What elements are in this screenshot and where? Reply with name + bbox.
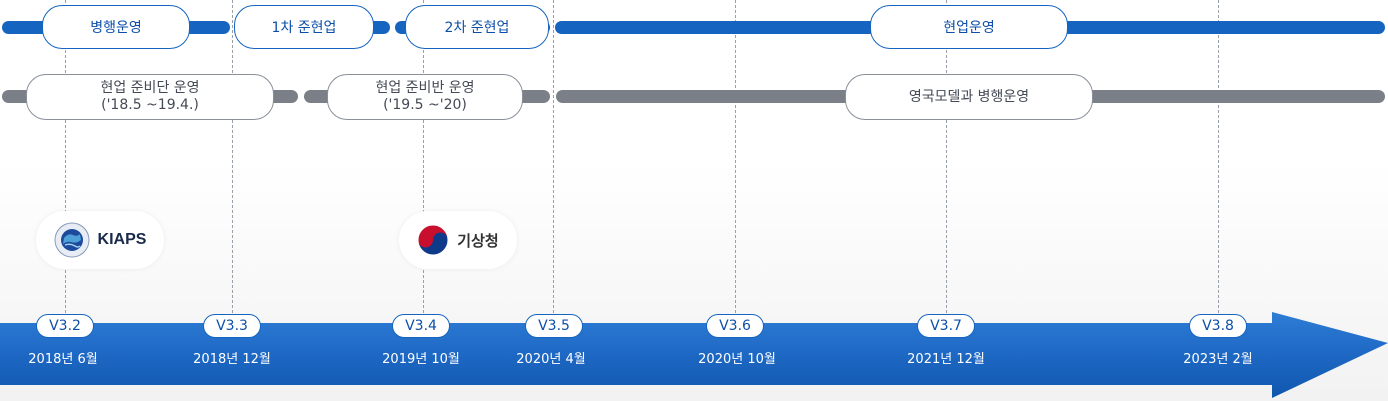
guide-line	[553, 0, 554, 318]
phase-uk-model-label: 영국모델과 병행운영	[908, 88, 1030, 105]
milestone-date: 2021년 12월	[907, 352, 985, 367]
version-badge: V3.3	[203, 314, 261, 338]
kiaps-logo: KIAPS	[36, 211, 164, 269]
phase-prep-team: 현업 준비단 운영 ('18.5 ~19.4.)	[26, 74, 274, 120]
milestone-date: 2023년 2월	[1183, 352, 1253, 367]
version-badge: V3.7	[917, 314, 975, 338]
milestone-date: 2019년 10월	[382, 352, 460, 367]
kma-logo: 기상청	[399, 211, 517, 269]
taegeuk-icon	[417, 224, 449, 256]
version-badge: V3.5	[525, 314, 583, 338]
milestone-date: 2018년 12월	[193, 352, 271, 367]
phase-uk-model-parallel: 영국모델과 병행운영	[845, 74, 1093, 120]
phase-second-pre-operation: 2차 준현업	[405, 5, 549, 49]
phase-full-operation: 현업운영	[870, 5, 1068, 49]
kiaps-logo-text: KIAPS	[97, 231, 147, 248]
guide-line	[735, 0, 736, 318]
version-badge: V3.2	[36, 314, 94, 338]
kiaps-emblem-icon	[54, 222, 90, 258]
phase-first-pre-operation: 1차 준현업	[234, 5, 374, 49]
guide-line	[1218, 0, 1219, 318]
timeline-arrow	[0, 312, 1388, 398]
milestone-date: 2020년 10월	[698, 352, 776, 367]
milestone-date: 2018년 6월	[28, 352, 98, 367]
milestone-date: 2020년 4월	[516, 352, 586, 367]
phase-prep-team-period: ('18.5 ~19.4.)	[101, 97, 199, 113]
version-badge: V3.8	[1189, 314, 1247, 338]
version-badge: V3.4	[392, 314, 450, 338]
phase-prep-team-label: 현업 준비단 운영	[100, 80, 200, 96]
phase-prep-unit-label: 현업 준비반 운영	[375, 80, 475, 96]
phase-parallel-operation: 병행운영	[42, 5, 190, 49]
phase-prep-unit-period: ('19.5 ~'20)	[383, 97, 467, 113]
guide-line	[232, 0, 233, 318]
kma-logo-text: 기상청	[457, 231, 499, 250]
version-badge: V3.6	[706, 314, 764, 338]
phase-prep-unit: 현업 준비반 운영 ('19.5 ~'20)	[327, 74, 523, 120]
